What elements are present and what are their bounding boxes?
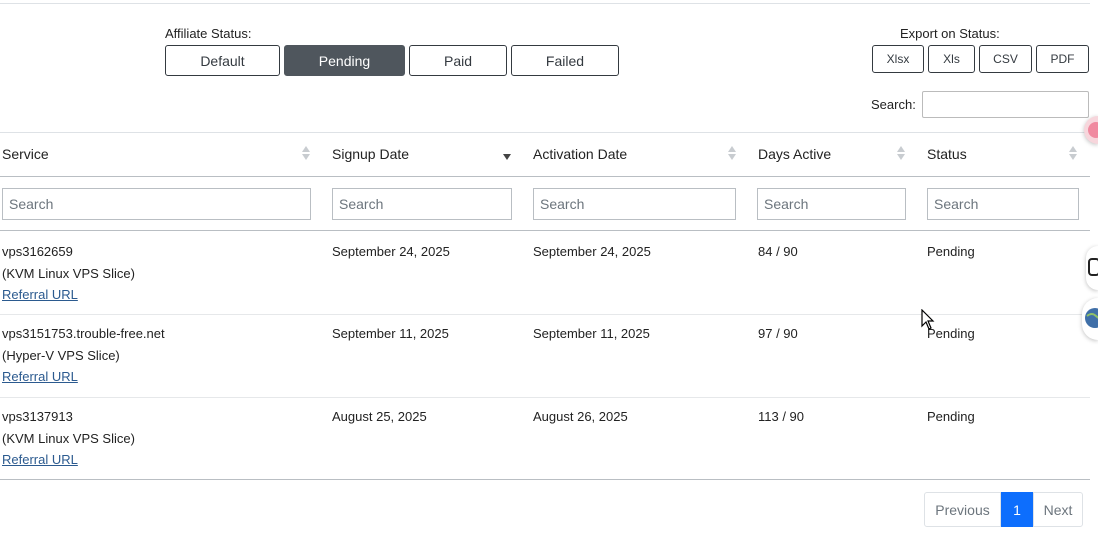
status-cell: Pending <box>927 244 975 259</box>
search-label: Search: <box>871 97 916 112</box>
table-bottom-border <box>0 479 1090 480</box>
export-xls-button[interactable]: Xls <box>928 45 975 73</box>
column-header-service[interactable]: Service <box>2 146 49 162</box>
chat-widget-icon[interactable] <box>1086 246 1098 290</box>
activation-date-cell: September 24, 2025 <box>533 244 651 259</box>
pagination: Previous 1 Next <box>924 492 1083 527</box>
service-name: vps3137913 <box>2 409 73 424</box>
status-search-input[interactable] <box>927 188 1079 220</box>
column-header-status[interactable]: Status <box>927 146 967 162</box>
sort-icon[interactable] <box>897 145 905 163</box>
days-active-cell: 97 / 90 <box>758 326 798 341</box>
activation-date-search-input[interactable] <box>533 188 736 220</box>
sort-desc-icon[interactable] <box>503 145 511 163</box>
column-header-signup-date[interactable]: Signup Date <box>332 146 409 162</box>
days-active-cell: 84 / 90 <box>758 244 798 259</box>
referral-url-link[interactable]: Referral URL <box>2 366 78 388</box>
service-type: (KVM Linux VPS Slice) <box>2 430 135 446</box>
column-header-activation-date[interactable]: Activation Date <box>533 146 627 162</box>
signup-date-cell: September 24, 2025 <box>332 244 450 259</box>
header-bottom-border <box>0 176 1090 177</box>
status-cell: Pending <box>927 409 975 424</box>
sort-icon[interactable] <box>728 145 736 163</box>
referral-url-link[interactable]: Referral URL <box>2 284 78 306</box>
top-divider <box>0 3 1090 4</box>
signup-date-search-input[interactable] <box>332 188 512 220</box>
next-page-button[interactable]: Next <box>1033 492 1083 527</box>
status-failed-button[interactable]: Failed <box>511 45 619 76</box>
mouse-pointer-icon <box>921 309 935 330</box>
signup-date-cell: September 11, 2025 <box>332 326 449 341</box>
sort-icon[interactable] <box>1069 145 1077 163</box>
status-paid-button[interactable]: Paid <box>409 45 507 76</box>
export-xlsx-button[interactable]: Xlsx <box>872 45 924 73</box>
column-header-days-active[interactable]: Days Active <box>758 146 831 162</box>
previous-page-button[interactable]: Previous <box>924 492 1001 527</box>
service-name: vps3162659 <box>2 244 73 259</box>
export-csv-button[interactable]: CSV <box>979 45 1032 73</box>
days-active-search-input[interactable] <box>757 188 906 220</box>
service-search-input[interactable] <box>2 188 311 220</box>
export-label: Export on Status: <box>900 26 1000 41</box>
row-divider <box>0 397 1090 398</box>
filter-bottom-border <box>0 230 1090 231</box>
affiliate-status-label: Affiliate Status: <box>165 26 252 41</box>
export-button-group: Xlsx Xls CSV PDF <box>872 45 1089 73</box>
referral-url-link[interactable]: Referral URL <box>2 449 78 471</box>
table-top-border <box>0 132 1090 133</box>
sort-icon[interactable] <box>302 145 310 163</box>
service-name: vps3151753.trouble-free.net <box>2 326 165 341</box>
activation-date-cell: August 26, 2025 <box>533 409 628 424</box>
activation-date-cell: September 11, 2025 <box>533 326 650 341</box>
global-search-input[interactable] <box>922 91 1089 118</box>
service-type: (KVM Linux VPS Slice) <box>2 265 135 281</box>
status-pending-button[interactable]: Pending <box>284 45 405 76</box>
days-active-cell: 113 / 90 <box>758 409 805 424</box>
export-pdf-button[interactable]: PDF <box>1036 45 1089 73</box>
service-type: (Hyper-V VPS Slice) <box>2 347 120 363</box>
globe-widget-icon[interactable] <box>1082 298 1098 340</box>
affiliate-status-button-group: Default Pending Paid Failed <box>165 45 619 76</box>
floating-badge-icon[interactable] <box>1084 116 1098 144</box>
signup-date-cell: August 25, 2025 <box>332 409 427 424</box>
page-1-button[interactable]: 1 <box>1001 492 1033 527</box>
status-default-button[interactable]: Default <box>165 45 280 76</box>
